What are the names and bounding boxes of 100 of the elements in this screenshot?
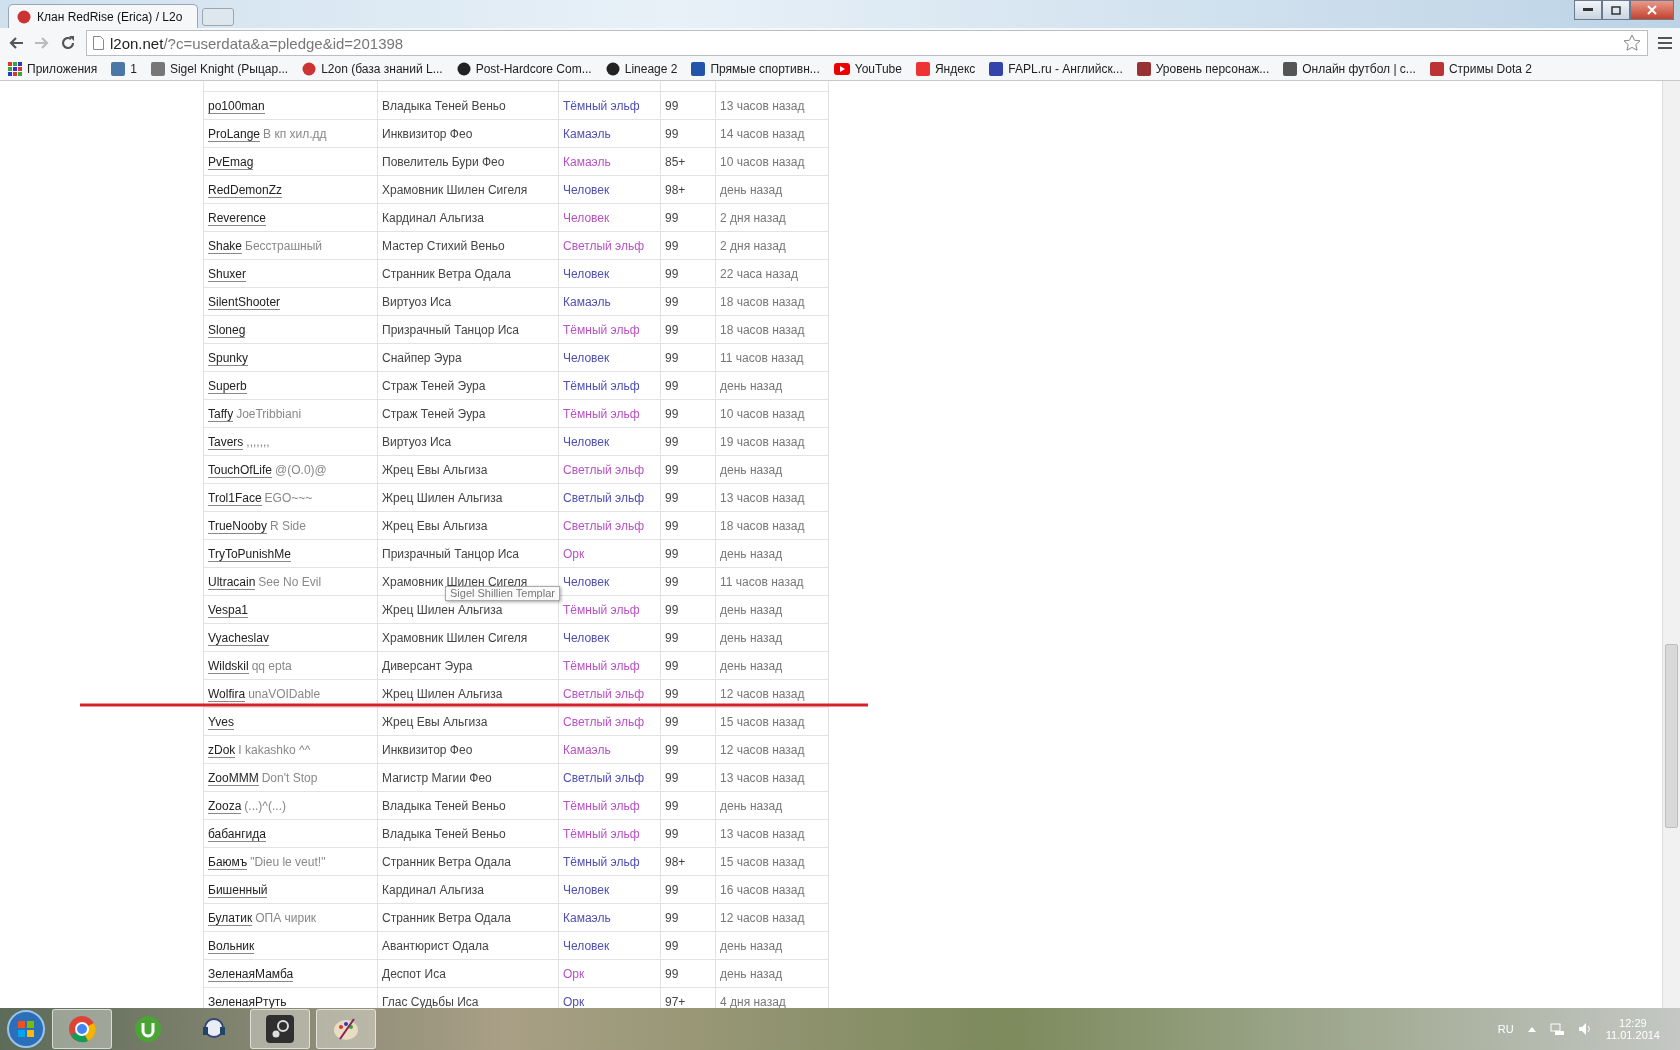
start-button[interactable] bbox=[6, 1009, 46, 1049]
level-value: 99 bbox=[665, 322, 679, 337]
player-link[interactable]: Wolfira bbox=[208, 686, 246, 702]
favicon-icon bbox=[605, 62, 620, 76]
address-field[interactable]: l2on.net/?c=userdata&a=pledge&id=201398 bbox=[86, 30, 1648, 56]
bookmark-link[interactable]: L2on (база знаний L... bbox=[302, 62, 443, 76]
star-icon[interactable] bbox=[1623, 34, 1641, 52]
race-name: Орк bbox=[563, 546, 585, 561]
level-value: 85+ bbox=[665, 154, 686, 169]
race-name: Человек bbox=[563, 350, 610, 365]
class-name: Владыка Теней Веньо bbox=[382, 826, 506, 841]
player-link[interactable]: Vespa1 bbox=[208, 602, 249, 618]
class-name: Жрец Евы Альгиза bbox=[382, 714, 488, 729]
class-name: Странник Ветра Одала bbox=[382, 910, 511, 925]
last-seen: 18 часов назад bbox=[720, 322, 805, 337]
class-name: Странник Ветра Одала bbox=[382, 266, 511, 281]
last-seen: 13 часов назад bbox=[720, 490, 805, 505]
player-title: ОПА чирик bbox=[255, 910, 317, 925]
last-seen: 2 дня назад bbox=[720, 238, 786, 253]
maximize-button[interactable] bbox=[1602, 0, 1630, 20]
player-link[interactable]: Taffy bbox=[208, 406, 234, 422]
bookmark-link[interactable]: FAPL.ru - Английск... bbox=[989, 62, 1123, 76]
player-link[interactable]: Vyacheslav bbox=[208, 630, 269, 646]
player-link[interactable]: бабангида bbox=[208, 826, 266, 842]
player-link[interactable]: Trol1Face bbox=[208, 490, 262, 506]
bookmark-link[interactable]: Lineage 2 bbox=[605, 62, 678, 76]
last-seen: 11 часов назад bbox=[720, 350, 804, 365]
race-name: Светлый эльф bbox=[563, 490, 645, 505]
player-link[interactable]: SilentShooter bbox=[208, 294, 281, 310]
favicon-icon bbox=[1429, 62, 1444, 76]
race-name: Человек bbox=[563, 182, 610, 197]
player-link[interactable]: Баюмъ bbox=[208, 854, 248, 870]
player-link[interactable]: Reverence bbox=[208, 210, 267, 226]
player-link[interactable]: Superb bbox=[208, 378, 247, 394]
torrent-icon bbox=[134, 1015, 162, 1043]
class-name: Кардинал Альгиза bbox=[382, 882, 484, 897]
player-title: @(O.0)@ bbox=[275, 462, 327, 477]
player-link[interactable]: zDok bbox=[208, 742, 236, 758]
player-link[interactable]: Shuxer bbox=[208, 266, 247, 282]
player-title: EGO~~~ bbox=[264, 490, 313, 505]
player-link[interactable]: Вольник bbox=[208, 938, 255, 954]
bookmark-link[interactable]: Яндекс bbox=[915, 62, 976, 76]
taskbar-app-button[interactable] bbox=[250, 1009, 310, 1049]
class-name: Виртуоз Иса bbox=[382, 294, 452, 309]
bookmark-link[interactable]: Sigel Knight (Рыцар... bbox=[150, 62, 289, 76]
back-icon[interactable] bbox=[8, 35, 24, 51]
level-value: 99 bbox=[665, 966, 679, 981]
menu-icon[interactable] bbox=[1658, 37, 1672, 49]
minimize-button[interactable] bbox=[1574, 0, 1602, 20]
bookmark-link[interactable]: YouTube bbox=[833, 62, 902, 76]
class-name: Странник Ветра Одала bbox=[382, 854, 511, 869]
apps-grid-icon bbox=[8, 62, 22, 76]
player-link[interactable]: Sloneg bbox=[208, 322, 246, 338]
last-seen: 11 часов назад bbox=[720, 574, 804, 589]
bookmark-link[interactable]: Прямые спортивн... bbox=[691, 62, 820, 76]
player-link[interactable]: RedDemonZz bbox=[208, 182, 283, 198]
level-value: 99 bbox=[665, 350, 679, 365]
player-link[interactable]: Spunky bbox=[208, 350, 249, 366]
close-button[interactable] bbox=[1630, 0, 1674, 20]
class-name: Инквизитор Фео bbox=[382, 126, 473, 141]
player-link[interactable]: TouchOfLife bbox=[208, 462, 273, 478]
player-link[interactable]: ЗеленаяМамба bbox=[208, 966, 294, 982]
last-seen: день назад bbox=[720, 658, 783, 673]
race-name: Камаэль bbox=[563, 742, 611, 757]
race-name: Светлый эльф bbox=[563, 714, 645, 729]
bookmark-link[interactable]: Post-Hardcore Com... bbox=[456, 62, 592, 76]
reload-icon[interactable] bbox=[60, 35, 76, 51]
player-link[interactable]: PvEmag bbox=[208, 154, 254, 170]
browser-tab[interactable]: Клан RedRise (Erica) / L2o bbox=[8, 4, 198, 28]
player-link[interactable]: Tavers bbox=[208, 434, 244, 450]
bookmark-link[interactable]: 1 bbox=[111, 62, 137, 76]
level-value: 99 bbox=[665, 546, 679, 561]
level-value: 99 bbox=[665, 686, 679, 701]
player-link[interactable]: ProLange bbox=[208, 126, 261, 142]
bookmark-link[interactable]: Онлайн футбол | с... bbox=[1283, 62, 1416, 76]
player-link[interactable]: Yves bbox=[208, 714, 234, 730]
last-seen: 4 дня назад bbox=[720, 994, 786, 1008]
bookmark-link[interactable]: Стримы Dota 2 bbox=[1429, 62, 1532, 76]
last-seen: 14 часов назад bbox=[720, 126, 805, 141]
class-name: Страж Теней Эура bbox=[382, 406, 486, 421]
level-value: 99 bbox=[665, 462, 679, 477]
player-link[interactable]: TryToPunishMe bbox=[208, 546, 291, 562]
player-link[interactable]: Булатик bbox=[208, 910, 253, 926]
class-name: Мастер Стихий Веньо bbox=[382, 238, 505, 253]
bookmark-link[interactable]: Приложения bbox=[8, 62, 98, 76]
player-link[interactable]: Wildskil bbox=[208, 658, 249, 674]
class-name: Владыка Теней Веньо bbox=[382, 798, 506, 813]
favicon-icon bbox=[456, 62, 471, 76]
player-link[interactable]: Ultracain bbox=[208, 574, 256, 590]
player-link[interactable]: Shake bbox=[208, 238, 243, 254]
player-link[interactable]: ZooMMM bbox=[208, 770, 259, 786]
scroll-thumb[interactable] bbox=[1665, 644, 1678, 828]
play-icon bbox=[833, 63, 850, 75]
player-link[interactable]: TrueNooby bbox=[208, 518, 267, 534]
player-link[interactable]: Бишенный bbox=[208, 882, 268, 898]
level-value: 99 bbox=[665, 490, 679, 505]
bookmark-link[interactable]: Уровень персонаж... bbox=[1136, 62, 1270, 76]
player-link[interactable]: po100man bbox=[208, 98, 265, 114]
class-name: Жрец Шилен Альгиза bbox=[382, 686, 503, 701]
player-link[interactable]: Zooza bbox=[208, 798, 242, 814]
